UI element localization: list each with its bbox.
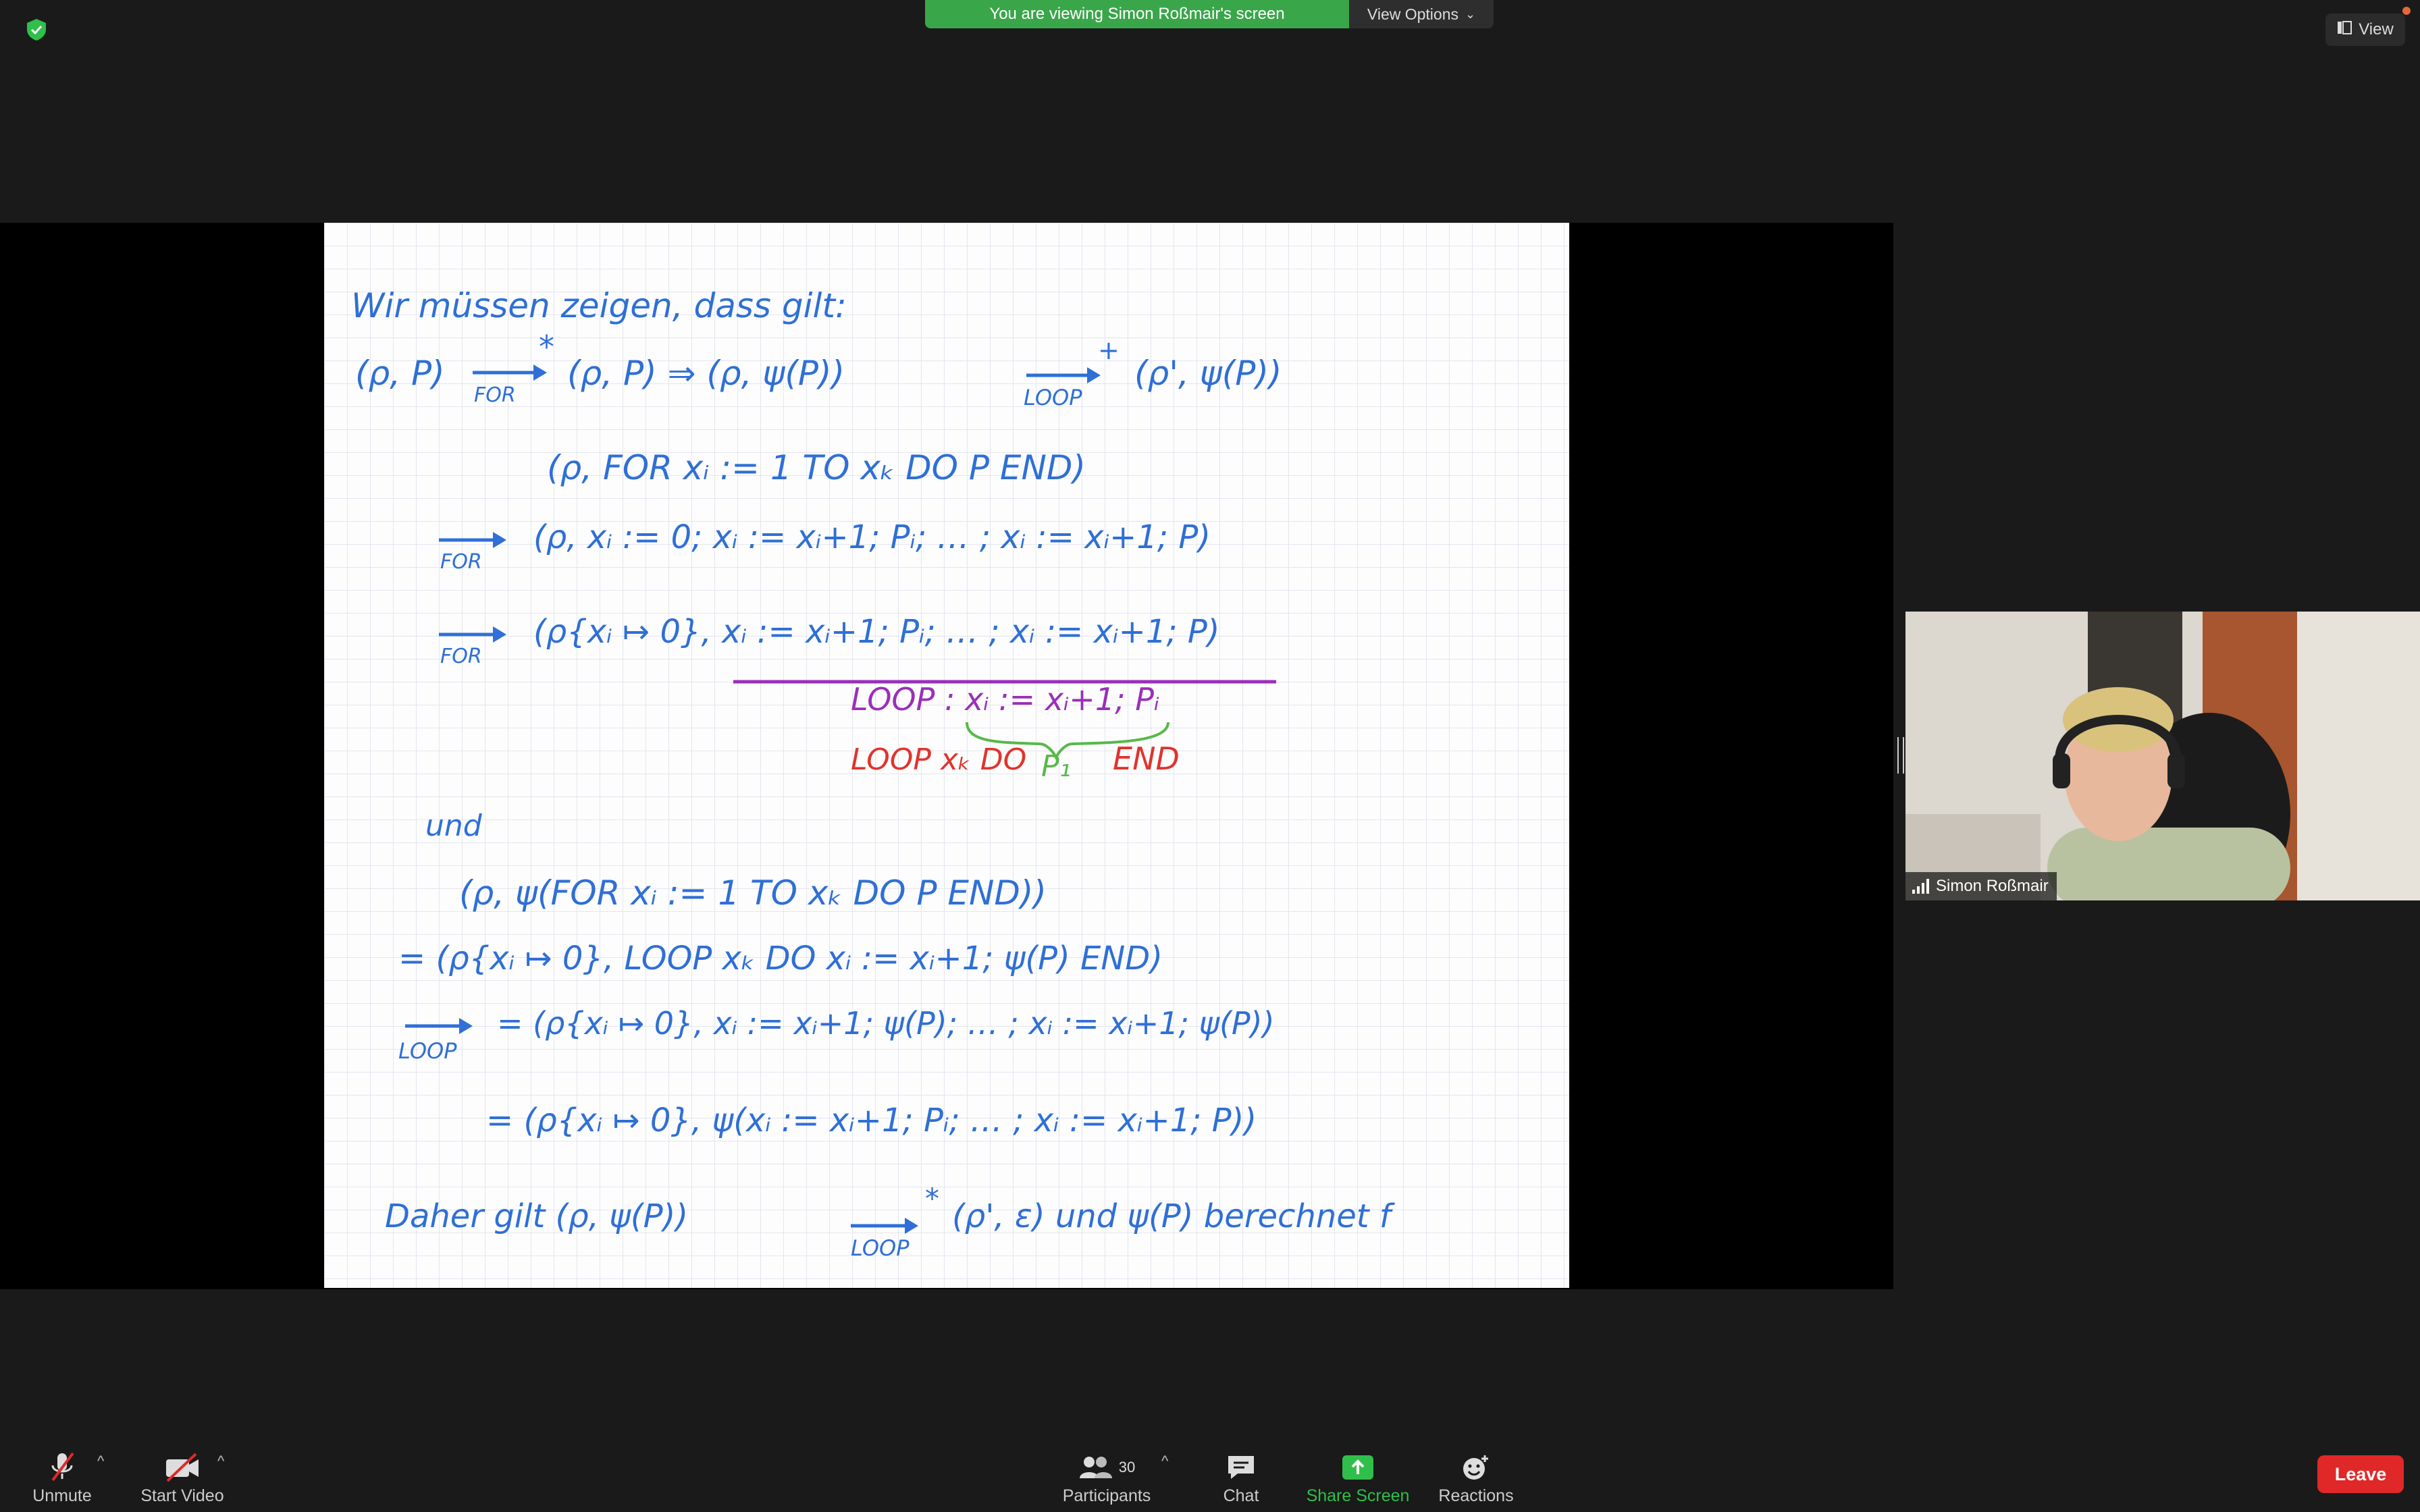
arrowhead: [493, 532, 506, 548]
arrowhead: [459, 1018, 473, 1034]
note-line: LOOP : xᵢ := xᵢ+1; Pᵢ: [851, 681, 1159, 718]
microphone-muted-icon: [47, 1449, 77, 1486]
participants-button[interactable]: 30 Participants: [1060, 1449, 1153, 1506]
arrow-label: LOOP: [851, 1235, 910, 1261]
star-mark: *: [925, 1182, 939, 1215]
note-line: = (ρ{xᵢ ↦ 0}, xᵢ := xᵢ+1; ψ(P); … ; xᵢ :…: [497, 1005, 1275, 1042]
unmute-label: Unmute: [32, 1486, 92, 1505]
note-line: (ρ, ψ(FOR xᵢ := 1 TO xₖ DO P END)): [459, 873, 1047, 913]
shared-notebook-page: Wir müssen zeigen, dass gilt: (ρ, P) * F…: [324, 223, 1569, 1288]
view-layout-button[interactable]: View: [2325, 14, 2405, 46]
plus-mark: +: [1098, 335, 1120, 365]
signal-strength-icon: [1912, 879, 1929, 894]
audio-options-caret-icon[interactable]: ^: [97, 1453, 104, 1470]
arrow-label: LOOP: [398, 1038, 457, 1064]
note-line: P₁: [1041, 749, 1071, 784]
smiley-face-icon: [1461, 1449, 1492, 1486]
view-label: View: [2359, 20, 2394, 38]
reactions-label: Reactions: [1438, 1486, 1514, 1505]
chat-bubble-icon: [1226, 1449, 1257, 1486]
arrow-label: FOR: [440, 550, 482, 574]
participants-count: 30: [1118, 1459, 1136, 1476]
participants-label: Participants: [1062, 1486, 1151, 1505]
note-line: (ρ, P) ⇒ (ρ, ψ(P)): [567, 354, 845, 393]
note-line: Wir müssen zeigen, dass gilt:: [351, 286, 847, 325]
participants-options-caret-icon[interactable]: ^: [1161, 1453, 1168, 1470]
participant-name-label: Simon Roßmair: [1905, 872, 2057, 900]
layout-icon: [2337, 20, 2352, 39]
unmute-button[interactable]: Unmute: [30, 1449, 95, 1506]
viewing-banner-text: You are viewing Simon Roßmair's screen: [989, 5, 1285, 23]
note-line: (ρ', ε) und ψ(P) berechnet f: [952, 1197, 1395, 1235]
participants-icon-group: 30: [1078, 1449, 1135, 1486]
webcam-feed: [1905, 612, 2420, 900]
handwritten-notes: Wir müssen zeigen, dass gilt: (ρ, P) * F…: [351, 286, 1395, 1261]
share-screen-icon: [1341, 1449, 1375, 1486]
note-line: (ρ, P): [355, 354, 445, 393]
note-line: = (ρ{xᵢ ↦ 0}, ψ(xᵢ := xᵢ+1; Pᵢ; … ; xᵢ :…: [486, 1102, 1257, 1139]
participants-icon: [1079, 1457, 1112, 1478]
note-line: (ρ', ψ(P)): [1134, 354, 1282, 393]
arrow-label: FOR: [440, 645, 482, 668]
note-line: = (ρ{xᵢ ↦ 0}, LOOP xₖ DO xᵢ := xᵢ+1; ψ(P…: [398, 940, 1163, 977]
share-screen-button[interactable]: Share Screen: [1302, 1449, 1414, 1506]
note-line: (ρ, FOR xᵢ := 1 TO xₖ DO P END): [547, 448, 1086, 487]
star-mark: *: [539, 329, 554, 365]
note-line: (ρ, xᵢ := 0; xᵢ := xᵢ+1; Pᵢ; … ; xᵢ := x…: [533, 518, 1211, 556]
reactions-button[interactable]: Reactions: [1430, 1449, 1522, 1506]
note-line: und: [425, 809, 483, 843]
view-options-button[interactable]: View Options ⌄: [1349, 0, 1494, 28]
share-screen-label: Share Screen: [1306, 1486, 1410, 1505]
security-shield-icon[interactable]: [24, 18, 49, 42]
leave-meeting-button[interactable]: Leave: [2317, 1455, 2404, 1493]
arrow-label: FOR: [474, 383, 516, 407]
note-line: (ρ{xᵢ ↦ 0}, xᵢ := xᵢ+1; Pᵢ; … ; xᵢ := xᵢ…: [533, 613, 1219, 651]
start-video-button[interactable]: Start Video: [135, 1449, 230, 1506]
chevron-down-icon: ⌄: [1465, 7, 1476, 21]
chat-button[interactable]: Chat: [1209, 1449, 1273, 1506]
participant-name: Simon Roßmair: [1936, 877, 2049, 895]
arrowhead: [533, 364, 547, 381]
participant-video-tile[interactable]: Simon Roßmair: [1905, 612, 2420, 900]
chat-label: Chat: [1223, 1486, 1259, 1505]
view-options-label: View Options: [1367, 5, 1458, 23]
arrowhead: [1087, 367, 1101, 383]
video-options-caret-icon[interactable]: ^: [217, 1453, 224, 1470]
start-video-label: Start Video: [140, 1486, 224, 1505]
arrow-label: LOOP: [1024, 385, 1082, 410]
camera-off-icon: [163, 1449, 201, 1486]
viewing-screen-banner: You are viewing Simon Roßmair's screen: [925, 0, 1349, 28]
note-line: Daher gilt (ρ, ψ(P)): [385, 1197, 688, 1235]
leave-label: Leave: [2334, 1463, 2387, 1484]
note-line: END: [1113, 740, 1180, 777]
meeting-toolbar: Unmute ^ Start Video ^ 30 Participants ^: [0, 1440, 2420, 1512]
note-line: LOOP xₖ DO: [851, 742, 1026, 777]
notification-dot: [2402, 7, 2411, 15]
arrowhead: [493, 626, 506, 643]
panel-resize-handle[interactable]: [1897, 737, 1904, 774]
arrowhead: [905, 1218, 918, 1234]
